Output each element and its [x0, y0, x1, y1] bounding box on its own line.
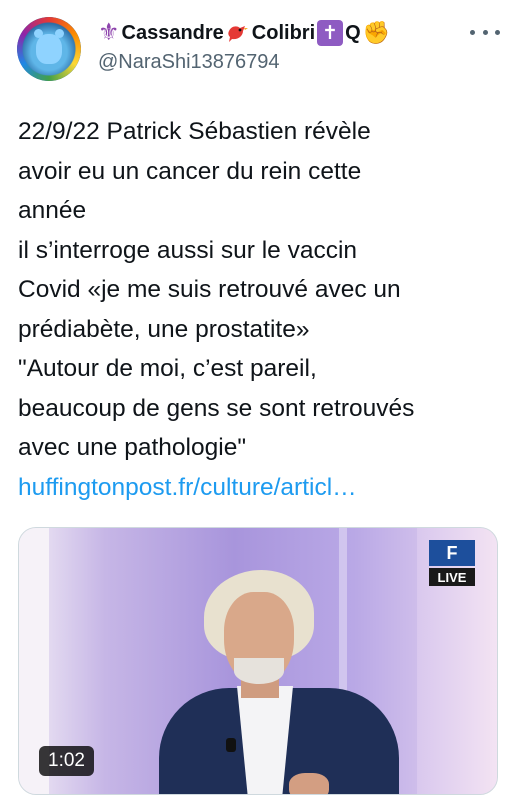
tweet-line: année — [18, 197, 87, 224]
avatar[interactable] — [17, 17, 81, 81]
tweet-line: Covid «je me suis retrouvé avec un — [18, 276, 401, 303]
latin-cross-icon: ✝ — [317, 20, 344, 46]
tweet-line: avec une pathologie" — [18, 434, 247, 461]
channel-logo: F — [429, 540, 475, 566]
video-player[interactable]: F LIVE 1:02 — [18, 527, 498, 795]
display-name[interactable]: ⚜ Cassandre Colibri ✝ Q ✊ — [98, 20, 390, 46]
video-duration: 1:02 — [39, 746, 94, 776]
live-badge: LIVE — [429, 568, 475, 586]
tweet-line: beaucoup de gens se sont retrouvés — [18, 394, 415, 422]
more-dot — [470, 29, 475, 35]
lapel-mic — [226, 738, 236, 752]
display-name-text-2: Colibri — [251, 21, 316, 44]
more-dot — [482, 29, 488, 35]
more-options-icon[interactable] — [470, 20, 500, 44]
tweet-line: avoir eu un cancer du rein cette — [18, 157, 362, 185]
red-bird-icon — [228, 26, 248, 42]
tweet-text: 22/9/22 Patrick Sébastien révèle avoir e… — [18, 112, 498, 507]
tweet-card: ⚜ Cassandre Colibri ✝ Q ✊ @NaraShi138767… — [0, 0, 513, 811]
bear-icon — [34, 29, 64, 64]
tf1-info-logo: F LIVE — [429, 540, 475, 586]
tweet-line: "Autour de moi, c’est pareil, — [18, 355, 317, 382]
more-dot — [495, 29, 500, 35]
video-frame-person — [139, 568, 409, 794]
tweet-line: il s’interroge aussi sur le vaccin — [18, 236, 358, 264]
person-beard — [234, 658, 284, 684]
raised-fist-icon: ✊ — [362, 20, 391, 45]
fleur-de-lis-icon: ⚜ — [98, 19, 120, 46]
tweet-line: 22/9/22 Patrick Sébastien révèle — [18, 118, 371, 145]
tweet-line: prédiabète, une prostatite» — [18, 315, 310, 343]
display-name-text-3: Q — [345, 21, 361, 44]
user-handle[interactable]: @NaraShi13876794 — [98, 51, 280, 74]
person-hand — [289, 773, 329, 794]
article-link[interactable]: huffingtonpost.fr/culture/articl… — [18, 468, 498, 508]
display-name-text: Cassandre — [121, 21, 224, 44]
